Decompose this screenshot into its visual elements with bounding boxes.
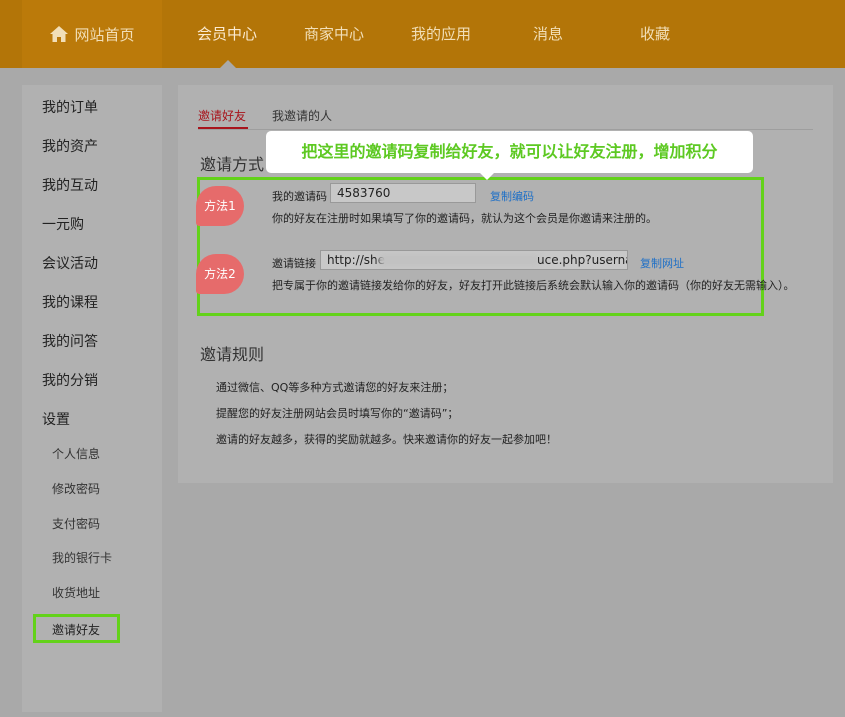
method1-description: 你的好友在注册时如果填写了你的邀请码，就认为这个会员是你邀请来注册的。 bbox=[272, 212, 657, 225]
sidebar-sub-invite-friends[interactable]: 邀请好友 bbox=[33, 614, 120, 643]
sidebar-item-distribution[interactable]: 我的分销 bbox=[42, 370, 98, 390]
sidebar-item-qa[interactable]: 我的问答 bbox=[42, 331, 98, 351]
invite-link-start: http://she bbox=[327, 253, 386, 267]
active-nav-indicator bbox=[220, 60, 236, 68]
nav-item-my-apps[interactable]: 我的应用 bbox=[391, 0, 491, 68]
sidebar-sub-address[interactable]: 收货地址 bbox=[52, 584, 100, 601]
nav-home-label: 网站首页 bbox=[74, 25, 135, 44]
rule-line: 通过微信、QQ等多种方式邀请您的好友来注册； bbox=[216, 381, 454, 394]
sidebar-sub-invite-label: 邀请好友 bbox=[52, 623, 101, 637]
invite-link-label: 邀请链接 bbox=[272, 257, 316, 270]
tooltip-callout: 把这里的邀请码复制给好友，就可以让好友注册，增加积分 bbox=[266, 131, 753, 173]
redacted-url-blur bbox=[379, 254, 539, 266]
sidebar: 我的订单 我的资产 我的互动 一元购 会议活动 我的课程 我的问答 我的分销 设… bbox=[22, 85, 162, 712]
invite-code-label: 我的邀请码 bbox=[272, 190, 327, 203]
tab-divider bbox=[198, 129, 813, 130]
sidebar-item-courses[interactable]: 我的课程 bbox=[42, 292, 98, 312]
main-panel: 邀请好友 我邀请的人 邀请方式 方法1 我的邀请码 复制编码 你的好友在注册时如… bbox=[178, 85, 833, 483]
invite-link-field[interactable]: http://she uce.php?userna bbox=[320, 250, 628, 270]
nav-item-favorites[interactable]: 收藏 bbox=[605, 0, 705, 68]
tab-my-invitees[interactable]: 我邀请的人 bbox=[272, 107, 332, 124]
nav-item-member-center[interactable]: 会员中心 bbox=[177, 0, 277, 68]
invite-link-end: uce.php?userna bbox=[537, 253, 628, 267]
sidebar-item-interactions[interactable]: 我的互动 bbox=[42, 175, 98, 195]
method2-badge: 方法2 bbox=[196, 254, 244, 294]
copy-code-link[interactable]: 复制编码 bbox=[490, 188, 534, 204]
tab-invite-friends[interactable]: 邀请好友 bbox=[198, 107, 246, 124]
method1-badge: 方法1 bbox=[196, 186, 244, 226]
invite-methods-box: 方法1 我的邀请码 复制编码 你的好友在注册时如果填写了你的邀请码，就认为这个会… bbox=[196, 177, 795, 316]
sidebar-item-assets[interactable]: 我的资产 bbox=[42, 136, 98, 156]
sidebar-item-events[interactable]: 会议活动 bbox=[42, 253, 98, 273]
sidebar-item-orders[interactable]: 我的订单 bbox=[42, 97, 98, 117]
invite-methods-title: 邀请方式 bbox=[200, 155, 265, 174]
copy-url-link[interactable]: 复制网址 bbox=[640, 255, 684, 271]
tooltip-arrow bbox=[478, 171, 496, 180]
top-nav: 网站首页 会员中心 商家中心 我的应用 消息 收藏 bbox=[0, 0, 845, 68]
sidebar-item-settings[interactable]: 设置 bbox=[42, 409, 70, 429]
sidebar-sub-profile[interactable]: 个人信息 bbox=[52, 445, 100, 462]
sidebar-sub-bank-card[interactable]: 我的银行卡 bbox=[52, 549, 112, 566]
nav-item-messages[interactable]: 消息 bbox=[498, 0, 598, 68]
sidebar-item-one-yuan[interactable]: 一元购 bbox=[42, 214, 84, 234]
nav-home-link[interactable]: 网站首页 bbox=[22, 0, 162, 68]
rule-line: 邀请的好友越多，获得的奖励就越多。快来邀请你的好友一起参加吧！ bbox=[216, 433, 557, 446]
sidebar-sub-change-password[interactable]: 修改密码 bbox=[52, 480, 100, 497]
sidebar-sub-pay-password[interactable]: 支付密码 bbox=[52, 515, 100, 532]
method2-description: 把专属于你的邀请链接发给你的好友，好友打开此链接后系统会默认输入你的邀请码（你的… bbox=[272, 279, 795, 292]
home-icon bbox=[50, 26, 69, 42]
rule-line: 提醒您的好友注册网站会员时填写你的“邀请码”； bbox=[216, 407, 459, 420]
invite-code-field[interactable] bbox=[330, 183, 476, 203]
invite-rules-title: 邀请规则 bbox=[200, 345, 265, 364]
nav-item-merchant-center[interactable]: 商家中心 bbox=[284, 0, 384, 68]
